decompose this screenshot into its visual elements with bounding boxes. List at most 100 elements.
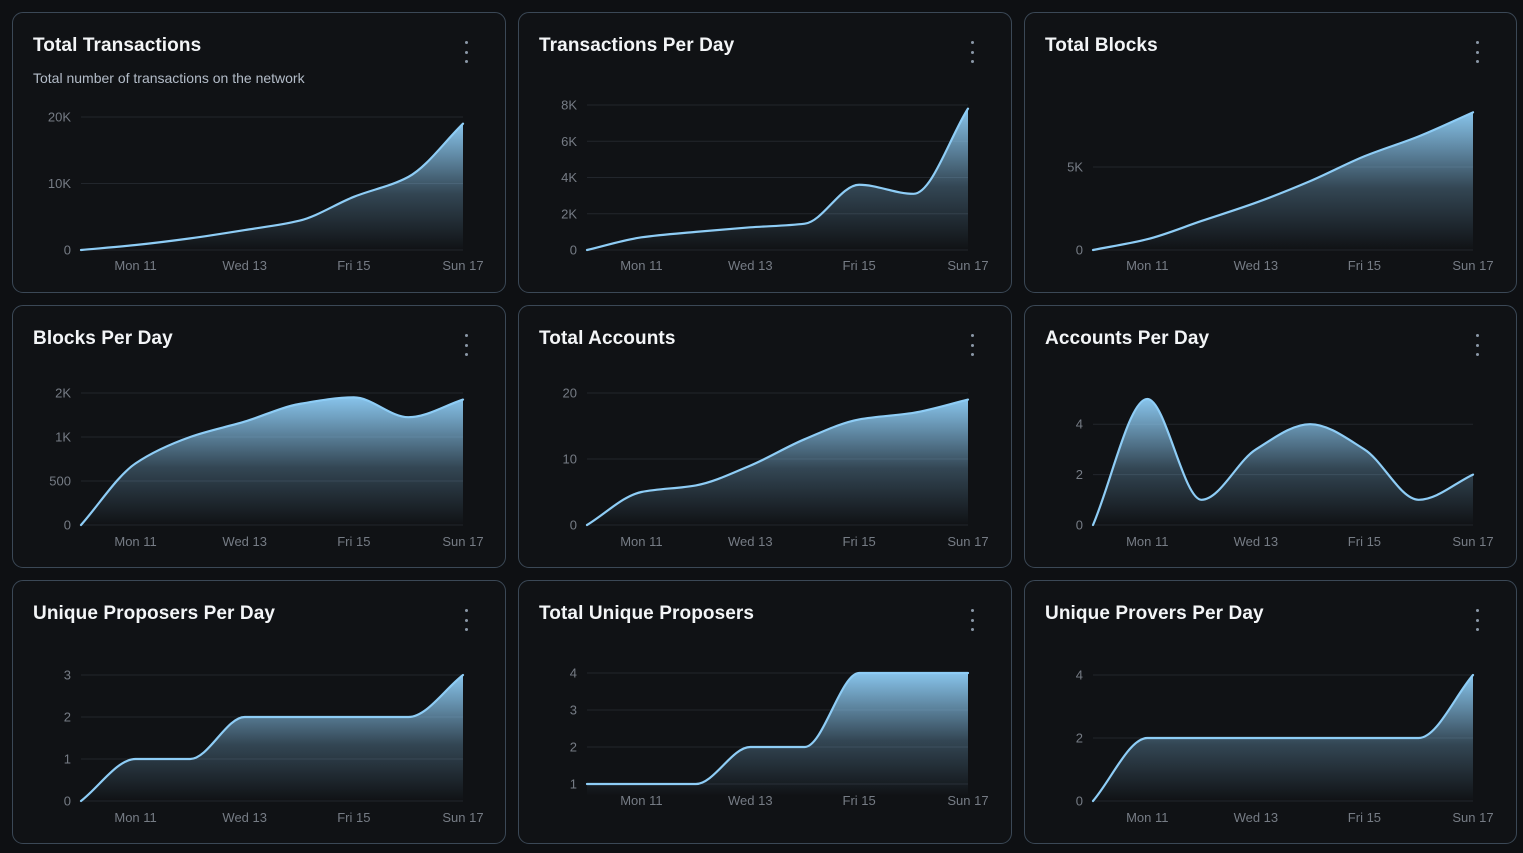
data-point xyxy=(187,434,193,440)
x-tick-label: Fri 15 xyxy=(1348,258,1381,273)
x-tick-label: Mon 11 xyxy=(1126,534,1168,549)
y-tick-label: 2 xyxy=(64,710,71,725)
y-tick-label: 2K xyxy=(561,206,577,221)
kebab-dot-icon xyxy=(1475,60,1479,63)
more-options-button[interactable] xyxy=(459,334,473,356)
x-tick-label: Fri 15 xyxy=(337,534,370,549)
data-point xyxy=(1144,396,1150,402)
x-tick-label: Wed 13 xyxy=(728,258,773,273)
data-point xyxy=(1253,735,1259,741)
y-tick-label: 0 xyxy=(570,518,577,533)
chart-svg: 0 10 20 Mon 11 Wed 13 Fri 15 Sun 17 xyxy=(563,386,989,550)
data-point xyxy=(405,414,411,420)
y-tick-label: 2 xyxy=(1076,731,1083,746)
x-tick-label: Wed 13 xyxy=(1234,258,1279,273)
area-fill xyxy=(587,399,968,525)
x-tick-label: Wed 13 xyxy=(222,810,267,825)
kebab-dot-icon xyxy=(464,60,468,63)
chart-card-total-accounts: Total Accounts 0 10 20 Mon 11 Wed 13 Fri 15 Su… xyxy=(518,305,1012,568)
data-point xyxy=(1199,218,1205,224)
more-options-button[interactable] xyxy=(965,41,979,63)
data-point xyxy=(856,416,862,422)
x-tick-label: Mon 11 xyxy=(114,534,156,549)
data-point xyxy=(1307,735,1313,741)
data-point xyxy=(802,744,808,750)
y-tick-label: 0 xyxy=(1076,243,1083,258)
data-point xyxy=(911,670,917,676)
data-point xyxy=(638,234,644,240)
data-point xyxy=(78,247,84,253)
kebab-dot-icon xyxy=(1475,50,1479,54)
chart-card-unique-provers-per-day: Unique Provers Per Day 0 2 4 Mon 11 Wed 13 Fr… xyxy=(1024,580,1517,844)
more-options-button[interactable] xyxy=(965,609,979,631)
y-tick-label: 500 xyxy=(49,474,71,489)
x-tick-label: Wed 13 xyxy=(728,534,773,549)
x-tick-label: Mon 11 xyxy=(1126,810,1168,825)
x-tick-label: Mon 11 xyxy=(114,810,156,825)
more-options-button[interactable] xyxy=(965,334,979,356)
kebab-dot-icon xyxy=(970,50,974,54)
data-point xyxy=(133,756,139,762)
chart-card-total-transactions: Total Transactions Total number of trans… xyxy=(12,12,506,293)
data-point xyxy=(693,781,699,787)
kebab-dot-icon xyxy=(1475,353,1479,356)
y-tick-label: 3 xyxy=(570,703,577,718)
x-tick-label: Mon 11 xyxy=(1126,258,1168,273)
x-tick-label: Fri 15 xyxy=(1348,810,1381,825)
x-tick-label: Sun 17 xyxy=(1452,258,1493,273)
kebab-dot-icon xyxy=(464,343,468,347)
data-point xyxy=(296,401,302,407)
y-tick-label: 4 xyxy=(1076,668,1083,683)
data-point xyxy=(187,235,193,241)
x-tick-label: Fri 15 xyxy=(337,258,370,273)
x-tick-label: Sun 17 xyxy=(947,793,988,808)
data-point xyxy=(242,714,248,720)
data-point xyxy=(856,670,862,676)
kebab-dot-icon xyxy=(970,353,974,356)
x-tick-label: Sun 17 xyxy=(947,258,988,273)
kebab-dot-icon xyxy=(970,618,974,622)
data-point xyxy=(351,194,357,200)
area-fill xyxy=(81,675,463,801)
x-tick-label: Mon 11 xyxy=(620,534,662,549)
y-tick-label: 2K xyxy=(55,386,71,401)
data-point xyxy=(1090,247,1096,253)
more-options-button[interactable] xyxy=(1470,334,1484,356)
kebab-dot-icon xyxy=(970,41,974,44)
kebab-dot-icon xyxy=(1475,609,1479,612)
more-options-button[interactable] xyxy=(459,609,473,631)
more-options-button[interactable] xyxy=(459,41,473,63)
data-point xyxy=(965,397,971,403)
x-tick-label: Fri 15 xyxy=(843,793,876,808)
x-tick-label: Fri 15 xyxy=(843,534,876,549)
data-point xyxy=(965,670,971,676)
x-tick-label: Wed 13 xyxy=(1234,810,1279,825)
chart-card-blocks-per-day: Blocks Per Day 0 500 1K 2K Mon 11 Wed 13 Fri 1… xyxy=(12,305,506,568)
data-point xyxy=(1144,735,1150,741)
kebab-dot-icon xyxy=(464,50,468,54)
x-tick-label: Sun 17 xyxy=(947,534,988,549)
x-tick-label: Sun 17 xyxy=(1452,534,1493,549)
data-point xyxy=(1416,133,1422,139)
kebab-dot-icon xyxy=(464,353,468,356)
y-tick-label: 0 xyxy=(1076,518,1083,533)
y-tick-label: 2 xyxy=(570,740,577,755)
data-point xyxy=(1361,735,1367,741)
kebab-dot-icon xyxy=(1475,41,1479,44)
x-tick-label: Sun 17 xyxy=(442,810,483,825)
data-point xyxy=(1144,236,1150,242)
x-tick-label: Fri 15 xyxy=(1348,534,1381,549)
data-point xyxy=(1090,798,1096,804)
more-options-button[interactable] xyxy=(1470,41,1484,63)
data-point xyxy=(911,191,917,197)
chart-svg: 0 10K 20K Mon 11 Wed 13 Fri 15 Sun 17 xyxy=(48,110,484,274)
data-point xyxy=(1253,446,1259,452)
y-tick-label: 20 xyxy=(563,386,577,401)
y-tick-label: 20K xyxy=(48,110,71,125)
data-point xyxy=(296,218,302,224)
more-options-button[interactable] xyxy=(1470,609,1484,631)
area-fill xyxy=(1093,399,1473,525)
x-tick-label: Wed 13 xyxy=(222,258,267,273)
chart-card-unique-proposers-per-day: Unique Proposers Per Day 0 1 2 3 Mon 11 Wed 1… xyxy=(12,580,506,844)
chart-svg: 0 500 1K 2K Mon 11 Wed 13 Fri 15 Sun 17 xyxy=(49,386,483,550)
